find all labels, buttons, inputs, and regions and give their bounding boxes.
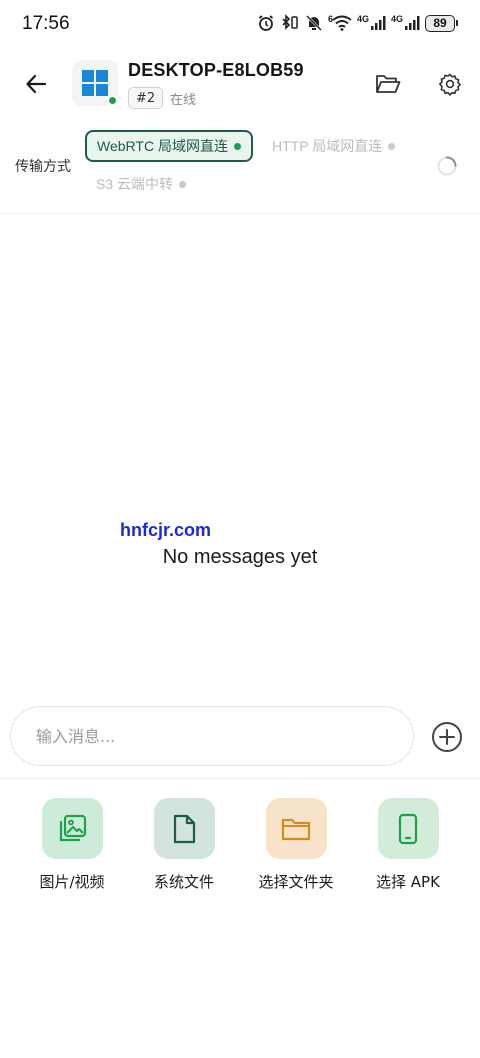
add-button[interactable] bbox=[430, 720, 464, 754]
images-icon bbox=[59, 814, 87, 841]
bluetooth-vibrate-icon bbox=[282, 14, 298, 30]
alarm-icon bbox=[258, 15, 274, 31]
attach-folder[interactable]: 选择文件夹 bbox=[246, 798, 346, 892]
watermark: hnfcjr.com bbox=[120, 520, 212, 540]
divider bbox=[0, 778, 480, 779]
status-icons: 6 4G 4G 89 bbox=[257, 14, 458, 32]
arrow-left-icon bbox=[26, 74, 47, 94]
transport-option-s3[interactable]: S3 云端中转 bbox=[86, 168, 196, 200]
transport-option-http[interactable]: HTTP 局域网直连 bbox=[262, 130, 405, 162]
device-status: 在线 bbox=[170, 93, 197, 108]
device-name: DESKTOP-E8LOB59 bbox=[128, 60, 304, 80]
signal-icon-2 bbox=[405, 16, 420, 30]
battery-level: 89 bbox=[425, 14, 455, 32]
open-folder-button[interactable] bbox=[372, 68, 404, 100]
status-dot bbox=[388, 142, 396, 150]
status-time: 17:56 bbox=[22, 13, 70, 34]
transport-option-label: HTTP 局域网直连 bbox=[272, 138, 383, 154]
gear-icon bbox=[439, 73, 461, 96]
attach-images-videos[interactable]: 图片/视频 bbox=[22, 798, 122, 892]
settings-button[interactable] bbox=[434, 68, 466, 100]
transport-option-webrtc[interactable]: WebRTC 局域网直连 bbox=[85, 130, 253, 162]
status-dot bbox=[179, 180, 187, 188]
empty-state-text: No messages yet bbox=[162, 546, 318, 568]
attach-label: 图片/视频 bbox=[39, 873, 105, 891]
network-label-2: 4G bbox=[390, 14, 403, 24]
transport-option-label: WebRTC 局域网直连 bbox=[97, 138, 228, 154]
attach-label: 选择文件夹 bbox=[258, 873, 334, 891]
status-dot bbox=[233, 142, 241, 150]
network-label: 4G bbox=[356, 14, 369, 24]
file-icon bbox=[173, 814, 196, 843]
message-input-container bbox=[10, 706, 414, 766]
status-bar: 17:56 6 4G 4G 89 bbox=[0, 0, 480, 48]
online-indicator bbox=[107, 95, 118, 106]
folder-icon bbox=[281, 818, 311, 840]
transport-label: 传输方式 bbox=[15, 159, 71, 175]
phone-icon bbox=[398, 813, 418, 844]
windows-logo-icon bbox=[82, 70, 108, 96]
transport-option-label: S3 云端中转 bbox=[96, 176, 174, 192]
plus-circle-icon bbox=[432, 722, 462, 752]
loading-spinner-icon bbox=[437, 156, 457, 176]
back-button[interactable] bbox=[20, 68, 52, 100]
attach-label: 选择 APK bbox=[376, 873, 440, 891]
message-input[interactable] bbox=[11, 707, 413, 765]
folder-open-icon bbox=[376, 75, 401, 93]
attach-apk[interactable]: 选择 APK bbox=[358, 798, 458, 892]
app-header: DESKTOP-E8LOB59 #2 在线 bbox=[0, 50, 480, 116]
attach-system-files[interactable]: 系统文件 bbox=[134, 798, 234, 892]
mute-bell-icon bbox=[306, 15, 322, 31]
signal-icon bbox=[370, 16, 386, 30]
transport-selector: 传输方式 WebRTC 局域网直连 HTTP 局域网直连 S3 云端中转 bbox=[0, 122, 480, 214]
attach-label: 系统文件 bbox=[153, 873, 214, 891]
device-badge: #2 bbox=[128, 87, 164, 109]
battery-icon: 89 bbox=[425, 14, 458, 32]
wifi-icon bbox=[332, 15, 352, 31]
